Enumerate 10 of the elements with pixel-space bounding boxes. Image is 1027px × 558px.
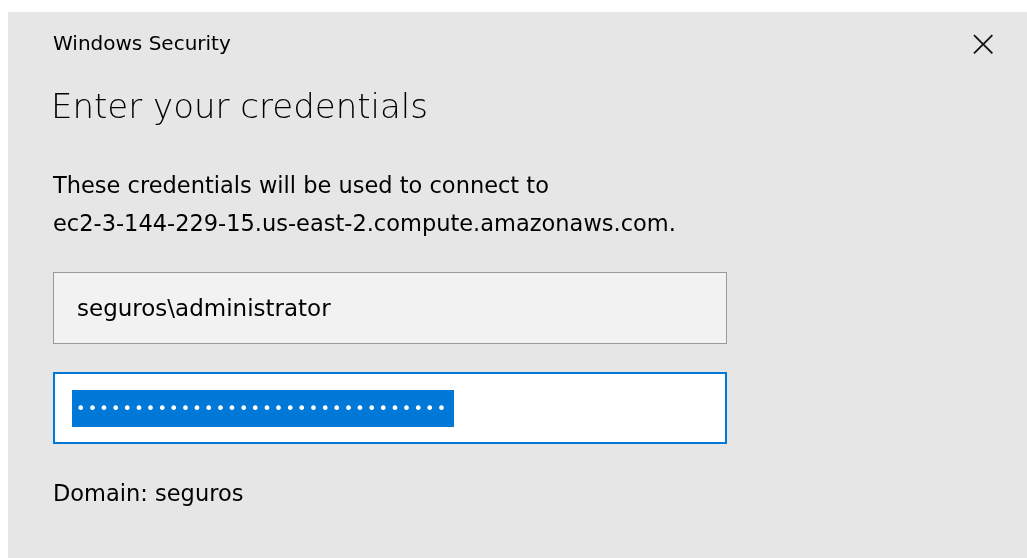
window-title: Windows Security bbox=[53, 31, 231, 55]
close-button[interactable]: × bbox=[959, 24, 1007, 62]
password-field[interactable]: •••••••••••••••••••••••••••••••• bbox=[53, 372, 727, 444]
domain-label: Domain: seguros bbox=[53, 480, 245, 506]
password-text: •••••••••••••••••••••••••••••••• bbox=[72, 389, 455, 427]
dialog-heading: Enter your credentials bbox=[51, 86, 429, 126]
message-text: These credentials will be used to connect to bbox=[53, 172, 550, 198]
username-text: seguros\administrator bbox=[76, 294, 332, 323]
username-field[interactable]: seguros\administrator bbox=[53, 272, 727, 344]
message-text: ec2-3-144-229-15.us-east-2.compute.amazonaws.com. bbox=[53, 210, 677, 236]
